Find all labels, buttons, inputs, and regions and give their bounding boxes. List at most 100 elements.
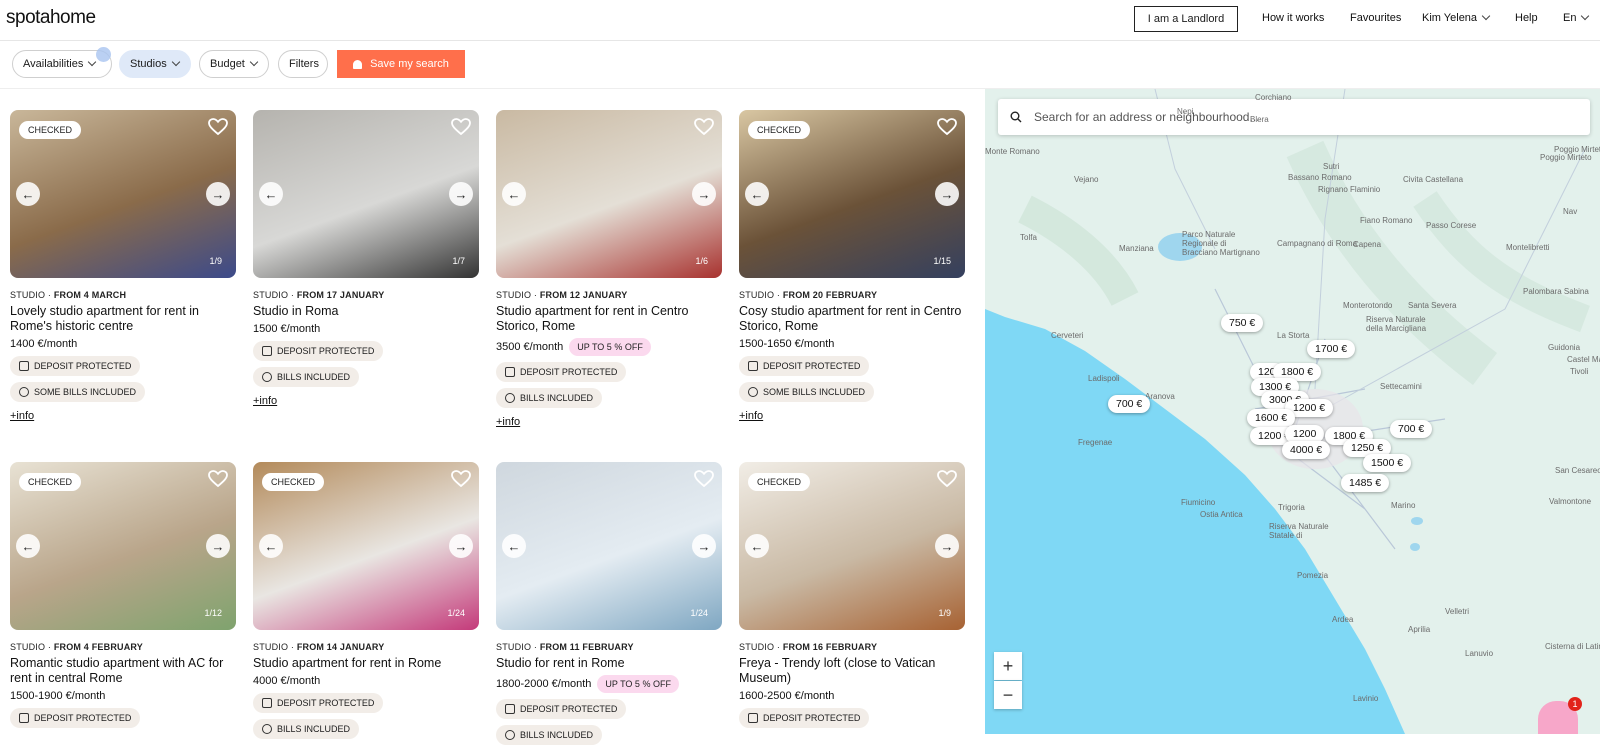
price-marker[interactable]: 1500 € — [1363, 454, 1412, 472]
how-it-works-link[interactable]: How it works — [1262, 12, 1324, 24]
map-place-label: Poggio Mirteto — [1540, 153, 1592, 162]
favourite-heart-icon[interactable] — [208, 118, 228, 136]
price-marker[interactable]: 700 € — [1390, 420, 1433, 438]
listing-title[interactable]: Studio apartment for rent in Rome — [253, 656, 479, 671]
listing-photo[interactable]: CHECKED ← → 1/15 — [739, 110, 965, 278]
zoom-in-button[interactable]: + — [994, 652, 1022, 680]
map-place-label: Passo Corese — [1426, 221, 1477, 230]
previous-photo-arrow-icon[interactable]: ← — [259, 534, 283, 558]
previous-photo-arrow-icon[interactable]: ← — [745, 534, 769, 558]
price-marker[interactable]: 700 € — [1108, 395, 1151, 413]
listing-title[interactable]: Studio for rent in Rome — [496, 656, 722, 671]
next-photo-arrow-icon[interactable]: → — [935, 534, 959, 558]
previous-photo-arrow-icon[interactable]: ← — [259, 182, 283, 206]
save-search-button[interactable]: Save my search — [337, 50, 465, 78]
previous-photo-arrow-icon[interactable]: ← — [16, 534, 40, 558]
listing-title[interactable]: Cosy studio apartment for rent in Centro… — [739, 304, 965, 334]
listing-photo[interactable]: CHECKED ← → 1/24 — [253, 462, 479, 630]
map-place-label: Aprilia — [1408, 625, 1431, 634]
map-search-input[interactable]: Search for an address or neighbourhood..… — [998, 99, 1590, 135]
listing-photo[interactable]: CHECKED ← → 1/9 — [739, 462, 965, 630]
listing-meta: STUDIO · FROM 4 MARCH — [10, 290, 127, 300]
favourite-heart-icon[interactable] — [451, 470, 471, 488]
more-info-link[interactable]: +info — [10, 410, 236, 422]
studios-filter[interactable]: Studios — [119, 50, 191, 78]
tag-label: SOME BILLS INCLUDED — [763, 387, 866, 397]
budget-label: Budget — [210, 58, 245, 70]
listing-title[interactable]: Romantic studio apartment with AC for re… — [10, 656, 236, 686]
chat-assistant-icon[interactable]: 1 — [1538, 697, 1582, 734]
listing-photo[interactable]: ← → 1/7 — [253, 110, 479, 278]
listing-photo[interactable]: ← → 1/24 — [496, 462, 722, 630]
listing-card[interactable]: CHECKED ← → 1/9 STUDIO · FROM 4 MARCH Lovely… — [10, 110, 236, 422]
filters-button[interactable]: Filters — [278, 50, 328, 78]
more-info-link[interactable]: +info — [739, 410, 965, 422]
next-photo-arrow-icon[interactable]: → — [692, 534, 716, 558]
favourite-heart-icon[interactable] — [937, 470, 957, 488]
tag-label: BILLS INCLUDED — [277, 372, 351, 382]
price-marker[interactable]: 1700 € — [1307, 340, 1356, 358]
deposit-protected-tag: DEPOSIT PROTECTED — [496, 699, 627, 719]
zoom-out-button[interactable]: − — [994, 681, 1022, 709]
lock-icon — [262, 346, 272, 356]
listing-card[interactable]: CHECKED ← → 1/12 STUDIO · FROM 4 FEBRUARY Ro… — [10, 462, 236, 728]
next-photo-arrow-icon[interactable]: → — [449, 182, 473, 206]
favourite-heart-icon[interactable] — [451, 118, 471, 136]
map-place-label: San Cesareo — [1555, 466, 1600, 475]
listing-card[interactable]: CHECKED ← → 1/15 STUDIO · FROM 20 FEBRUARY C… — [739, 110, 965, 422]
next-photo-arrow-icon[interactable]: → — [206, 182, 230, 206]
listing-card[interactable]: ← → 1/24 STUDIO · FROM 11 FEBRUARY Studio fo… — [496, 462, 722, 745]
price-unit: /month — [800, 338, 835, 350]
previous-photo-arrow-icon[interactable]: ← — [502, 182, 526, 206]
lock-icon — [262, 698, 272, 708]
favourite-heart-icon[interactable] — [694, 118, 714, 136]
bills-tag: BILLS INCLUDED — [496, 725, 603, 745]
more-info-link[interactable]: +info — [496, 416, 722, 428]
next-photo-arrow-icon[interactable]: → — [206, 534, 230, 558]
listing-photo[interactable]: CHECKED ← → 1/9 — [10, 110, 236, 278]
spotahome-logo[interactable]: spotahome — [6, 7, 96, 29]
listing-title[interactable]: Studio apartment for rent in Centro Stor… — [496, 304, 722, 334]
listing-photo[interactable]: ← → 1/6 — [496, 110, 722, 278]
price-marker[interactable]: 1485 € — [1341, 474, 1390, 492]
favourites-link[interactable]: Favourites — [1350, 12, 1401, 24]
favourite-heart-icon[interactable] — [208, 470, 228, 488]
price-value: 4000 € — [253, 675, 287, 687]
discount-badge: UP TO 5 % OFF — [597, 675, 679, 693]
price-marker[interactable]: 750 € — [1221, 314, 1264, 332]
price-marker[interactable]: 4000 € — [1282, 441, 1331, 459]
price-marker[interactable]: 1600 € — [1247, 409, 1296, 427]
map-panel[interactable]: Search for an address or neighbourhood..… — [985, 89, 1600, 734]
price-value: 1500 € — [253, 323, 287, 335]
help-link[interactable]: Help — [1515, 12, 1538, 24]
listing-card[interactable]: ← → 1/6 STUDIO · FROM 12 JANUARY Studio apar… — [496, 110, 722, 428]
favourite-heart-icon[interactable] — [694, 470, 714, 488]
more-info-link[interactable]: +info — [253, 395, 479, 407]
user-menu[interactable]: Kim Yelena — [1422, 11, 1491, 24]
listing-availability: FROM 12 JANUARY — [539, 290, 628, 300]
previous-photo-arrow-icon[interactable]: ← — [502, 534, 526, 558]
next-photo-arrow-icon[interactable]: → — [935, 182, 959, 206]
listing-photo[interactable]: CHECKED ← → 1/12 — [10, 462, 236, 630]
listing-card[interactable]: CHECKED ← → 1/9 STUDIO · FROM 16 FEBRUARY Fr… — [739, 462, 965, 728]
next-photo-arrow-icon[interactable]: → — [692, 182, 716, 206]
photo-counter: 1/12 — [204, 608, 222, 618]
previous-photo-arrow-icon[interactable]: ← — [745, 182, 769, 206]
next-photo-arrow-icon[interactable]: → — [449, 534, 473, 558]
listing-card[interactable]: CHECKED ← → 1/24 STUDIO · FROM 14 JANUARY St… — [253, 462, 479, 739]
listing-title[interactable]: Studio in Roma — [253, 304, 479, 319]
listing-title[interactable]: Lovely studio apartment for rent in Rome… — [10, 304, 236, 334]
listing-card[interactable]: ← → 1/7 STUDIO · FROM 17 JANUARY Studio in R… — [253, 110, 479, 407]
tag-label: DEPOSIT PROTECTED — [277, 346, 375, 356]
map-place-label: Ostia Antica — [1200, 510, 1243, 519]
favourite-heart-icon[interactable] — [937, 118, 957, 136]
euro-icon — [19, 387, 29, 397]
landlord-button[interactable]: I am a Landlord — [1134, 6, 1238, 32]
previous-photo-arrow-icon[interactable]: ← — [16, 182, 40, 206]
budget-filter[interactable]: Budget — [199, 50, 269, 78]
deposit-protected-tag: DEPOSIT PROTECTED — [253, 693, 384, 713]
chevron-down-icon — [1481, 11, 1491, 21]
listing-tags: DEPOSIT PROTECTED BILLS INCLUDED — [253, 341, 479, 387]
listing-title[interactable]: Freya - Trendy loft (close to Vatican Mu… — [739, 656, 965, 686]
language-selector[interactable]: En — [1563, 11, 1590, 24]
